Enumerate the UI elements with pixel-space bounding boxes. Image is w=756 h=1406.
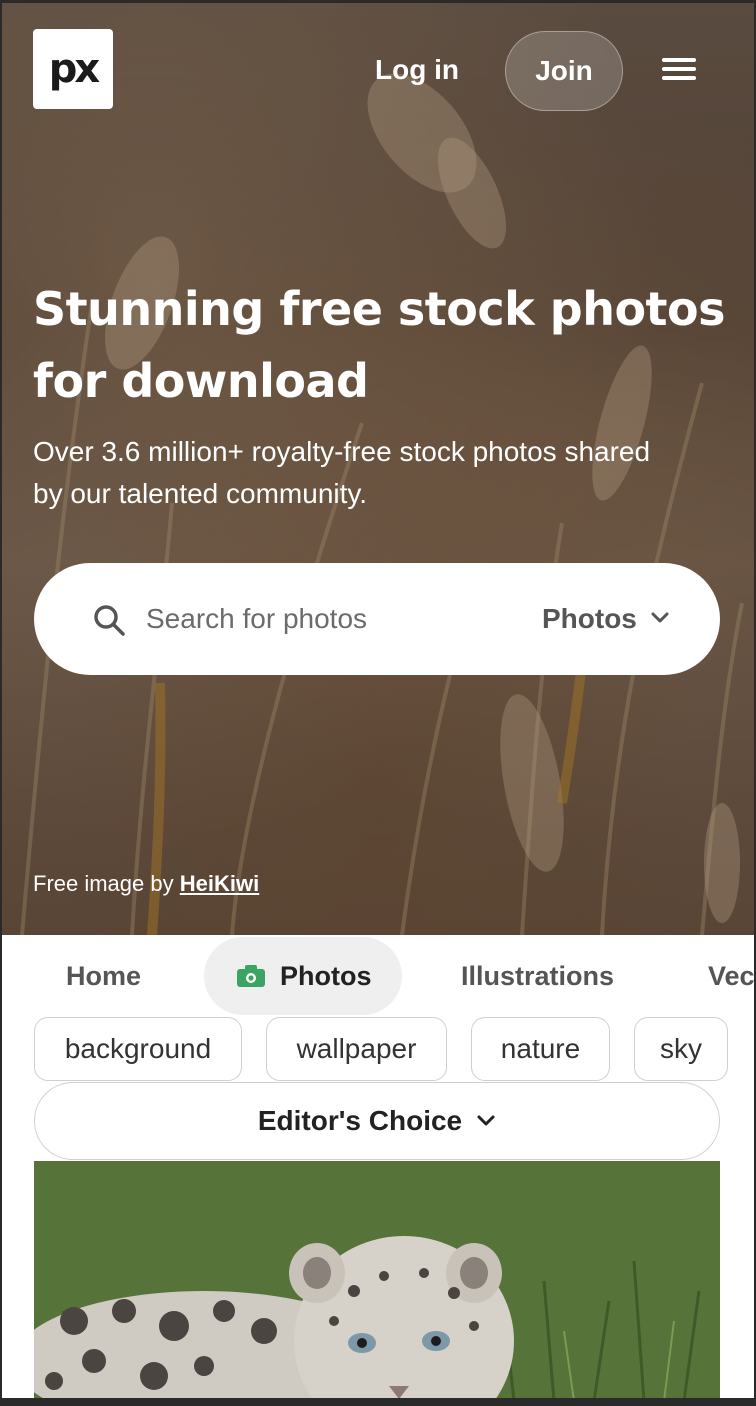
headline-line-2: for download	[33, 354, 369, 408]
app-frame: px Log in Join Stunning free stock photo…	[0, 0, 756, 1406]
snow-leopard-cub-image	[34, 1161, 720, 1398]
search-icon	[94, 605, 125, 636]
tag-nature[interactable]: nature	[471, 1017, 610, 1081]
hero-headline: Stunning free stock photos for download	[33, 273, 733, 417]
hero-section: px Log in Join Stunning free stock photo…	[2, 3, 754, 935]
hero-subtitle: Over 3.6 million+ royalty-free stock pho…	[33, 431, 723, 515]
tag-sky[interactable]: sky	[634, 1017, 728, 1081]
credit-prefix: Free image by	[33, 871, 174, 896]
tag-background[interactable]: background	[34, 1017, 242, 1081]
top-bar: px Log in Join	[2, 3, 754, 138]
tab-vectors[interactable]: Vec	[708, 937, 754, 1015]
subtitle-line-2: by our talented community.	[33, 478, 368, 509]
join-button[interactable]: Join	[505, 31, 623, 111]
search-type-select[interactable]: Photos	[542, 563, 637, 675]
chevron-down-icon	[477, 1115, 495, 1126]
photo-thumbnail[interactable]	[34, 1161, 720, 1398]
hamburger-menu-icon[interactable]	[662, 58, 696, 86]
tag-wallpaper[interactable]: wallpaper	[266, 1017, 447, 1081]
search-bar[interactable]: Search for photos Photos	[34, 563, 720, 675]
tab-photos[interactable]: Photos	[204, 937, 402, 1015]
category-tabs: Home Photos Illustrations Vec	[2, 935, 754, 1017]
login-link[interactable]: Log in	[362, 48, 472, 92]
tab-home[interactable]: Home	[66, 937, 141, 1015]
editors-choice-dropdown[interactable]: Editor's Choice	[34, 1082, 720, 1160]
logo-text: px	[48, 46, 100, 92]
editors-choice-label: Editor's Choice	[257, 1105, 463, 1136]
subtitle-line-1: Over 3.6 million+ royalty-free stock pho…	[33, 436, 651, 467]
site-logo[interactable]: px	[33, 29, 113, 109]
credit-author-link[interactable]: HeiKiwi	[180, 871, 259, 896]
tab-photos-label: Photos	[280, 961, 372, 991]
search-input[interactable]: Search for photos	[146, 563, 367, 675]
camera-icon	[237, 964, 265, 987]
image-credit: Free image by HeiKiwi	[33, 871, 259, 897]
chevron-down-icon[interactable]	[650, 610, 670, 626]
headline-line-1: Stunning free stock photos	[33, 282, 726, 336]
tab-illustrations[interactable]: Illustrations	[461, 937, 614, 1015]
